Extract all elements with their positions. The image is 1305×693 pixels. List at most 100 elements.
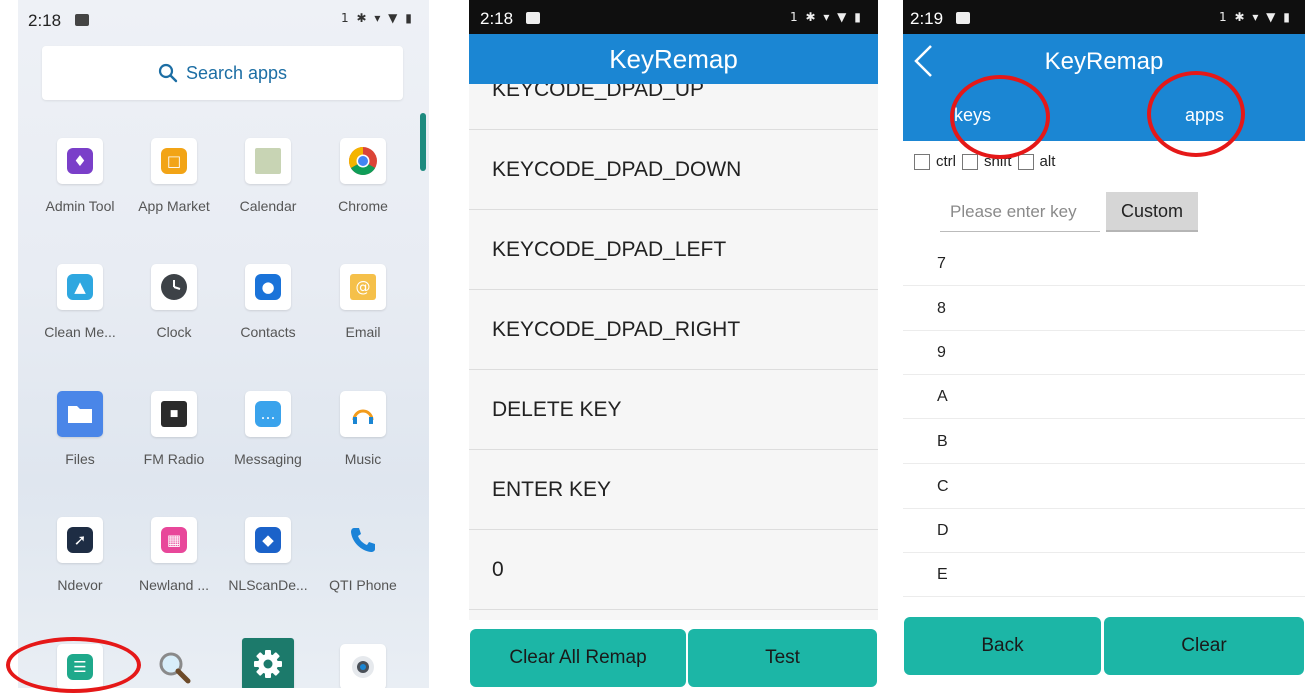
- app-app-market[interactable]: □ App Market: [126, 138, 222, 214]
- app-admin-tool[interactable]: ♦ Admin Tool: [32, 138, 128, 214]
- app-label: Clock: [156, 324, 192, 340]
- list-item[interactable]: ENTER KEY: [469, 450, 878, 530]
- list-item[interactable]: A: [903, 375, 1305, 419]
- page-title: KeyRemap: [1044, 48, 1164, 75]
- list-item[interactable]: 8: [903, 287, 1305, 331]
- camera-icon: [352, 656, 374, 678]
- list-item[interactable]: D: [903, 509, 1305, 553]
- app-clean-master[interactable]: ▲ Clean Me...: [32, 264, 128, 340]
- gallery-notification-icon: [526, 12, 540, 24]
- status-time: 2:18: [480, 9, 514, 28]
- app-label: Messaging: [234, 451, 302, 467]
- list-item[interactable]: 0: [469, 530, 878, 610]
- list-item[interactable]: E: [903, 553, 1305, 597]
- email-icon: @: [350, 274, 376, 300]
- status-icons: 1 ✱ ▾ ▼ ▮: [790, 10, 863, 24]
- list-item[interactable]: 7: [903, 242, 1305, 286]
- newland-icon: ▦: [161, 527, 187, 553]
- clear-all-remap-button[interactable]: Clear All Remap: [470, 629, 686, 687]
- list-item[interactable]: KEYCODE_DPAD_LEFT: [469, 210, 878, 290]
- magnifier-app-icon: [159, 652, 191, 684]
- app-label: Admin Tool: [45, 198, 115, 214]
- app-clock[interactable]: Clock: [126, 264, 222, 340]
- app-market-icon: □: [161, 148, 187, 174]
- app-email[interactable]: @ Email: [315, 264, 411, 340]
- app-label: Files: [65, 451, 95, 467]
- app-label: NLScanDe...: [228, 577, 308, 593]
- annotation-circle-apps-tab: [1147, 71, 1245, 157]
- annotation-circle-keys-tab: [950, 75, 1050, 159]
- scrollbar-thumb[interactable]: [420, 113, 426, 171]
- list-item[interactable]: DELETE KEY: [469, 370, 878, 450]
- gallery-notification-icon: [956, 12, 970, 24]
- status-icons: 1 ✱ ▾ ▼ ▮: [1219, 10, 1292, 24]
- status-bar: 2:19 1 ✱ ▾ ▼ ▮: [903, 0, 1305, 34]
- app-label: Newland ...: [138, 577, 210, 593]
- messaging-icon: …: [255, 401, 281, 427]
- key-input[interactable]: Please enter key: [940, 194, 1100, 232]
- app-files[interactable]: Files: [32, 391, 128, 467]
- list-item[interactable]: KEYCODE_DPAD_RIGHT: [469, 290, 878, 370]
- app-label: Contacts: [240, 324, 296, 340]
- ctrl-checkbox[interactable]: [914, 153, 930, 170]
- search-apps-label: Search apps: [185, 62, 288, 83]
- app-chrome[interactable]: Chrome: [315, 138, 411, 214]
- app-ndevor[interactable]: ➚ Ndevor: [32, 517, 128, 593]
- settings-icon: [254, 650, 282, 678]
- status-time: 2:19: [910, 9, 944, 28]
- music-icon: [352, 409, 374, 424]
- clear-button[interactable]: Clear: [1104, 617, 1304, 675]
- chrome-icon: [349, 147, 377, 175]
- status-time: 2:18: [28, 11, 62, 30]
- key-list[interactable]: KEYCODE_DPAD_UP KEYCODE_DPAD_DOWN KEYCOD…: [469, 84, 878, 620]
- app-qti-phone[interactable]: QTI Phone: [315, 517, 411, 593]
- keyremap-list-screen: 2:18 1 ✱ ▾ ▼ ▮ KEYCODE_DPAD_UP KEYCODE_D…: [469, 0, 878, 688]
- status-bar: 2:18 1 ✱ ▾ ▼ ▮: [469, 0, 878, 34]
- app-label: Clean Me...: [44, 324, 116, 340]
- gallery-notification-icon: [75, 14, 89, 26]
- admin-tool-icon: ♦: [67, 148, 93, 174]
- nlscan-icon: ◆: [255, 527, 281, 553]
- app-label: Music: [344, 451, 382, 467]
- test-button[interactable]: Test: [688, 629, 877, 687]
- app-camera[interactable]: [315, 644, 411, 688]
- app-label: Ndevor: [57, 577, 103, 593]
- search-apps-bar[interactable]: Search apps: [42, 46, 403, 100]
- app-label: QTI Phone: [329, 577, 397, 593]
- app-fm-radio[interactable]: ■ FM Radio: [126, 391, 222, 467]
- clock-icon: [161, 274, 187, 300]
- app-label: FM Radio: [143, 451, 205, 467]
- list-item[interactable]: C: [903, 465, 1305, 509]
- app-label: Email: [345, 324, 381, 340]
- fm-radio-icon: ■: [161, 401, 187, 427]
- app-contacts[interactable]: ● Contacts: [220, 264, 316, 340]
- app-label: App Market: [138, 198, 210, 214]
- list-item[interactable]: KEYCODE_DPAD_DOWN: [469, 130, 878, 210]
- ndevor-icon: ➚: [67, 527, 93, 553]
- list-item[interactable]: 9: [903, 331, 1305, 375]
- launcher-screen: 2:18 1 ✱ ▾ ▼ ▮ Search apps ♦ Admin Tool …: [18, 0, 429, 688]
- app-calendar[interactable]: Calendar: [220, 138, 316, 214]
- annotation-circle-keyremap-app: [6, 637, 141, 693]
- custom-button[interactable]: Custom: [1106, 192, 1198, 232]
- contacts-icon: ●: [255, 274, 281, 300]
- app-settings[interactable]: [220, 638, 316, 688]
- files-icon: [68, 406, 92, 423]
- back-button[interactable]: Back: [904, 617, 1101, 675]
- app-label: Calendar: [239, 198, 297, 214]
- app-nlscan[interactable]: ◆ NLScanDe...: [220, 517, 316, 593]
- app-messaging[interactable]: … Messaging: [220, 391, 316, 467]
- ctrl-label: ctrl: [936, 153, 956, 170]
- shift-checkbox[interactable]: [962, 153, 978, 170]
- search-icon: [158, 63, 178, 83]
- phone-icon: [351, 528, 375, 552]
- app-header: KeyRemap: [469, 34, 878, 84]
- status-icons: 1 ✱ ▾ ▼ ▮: [341, 11, 414, 25]
- clean-master-icon: ▲: [67, 274, 93, 300]
- list-item[interactable]: B: [903, 420, 1305, 464]
- list-item[interactable]: KEYCODE_DPAD_UP: [469, 84, 878, 130]
- app-music[interactable]: Music: [315, 391, 411, 467]
- alt-checkbox[interactable]: [1017, 153, 1034, 170]
- app-newland[interactable]: ▦ Newland ...: [126, 517, 222, 593]
- app-label: Chrome: [338, 198, 388, 214]
